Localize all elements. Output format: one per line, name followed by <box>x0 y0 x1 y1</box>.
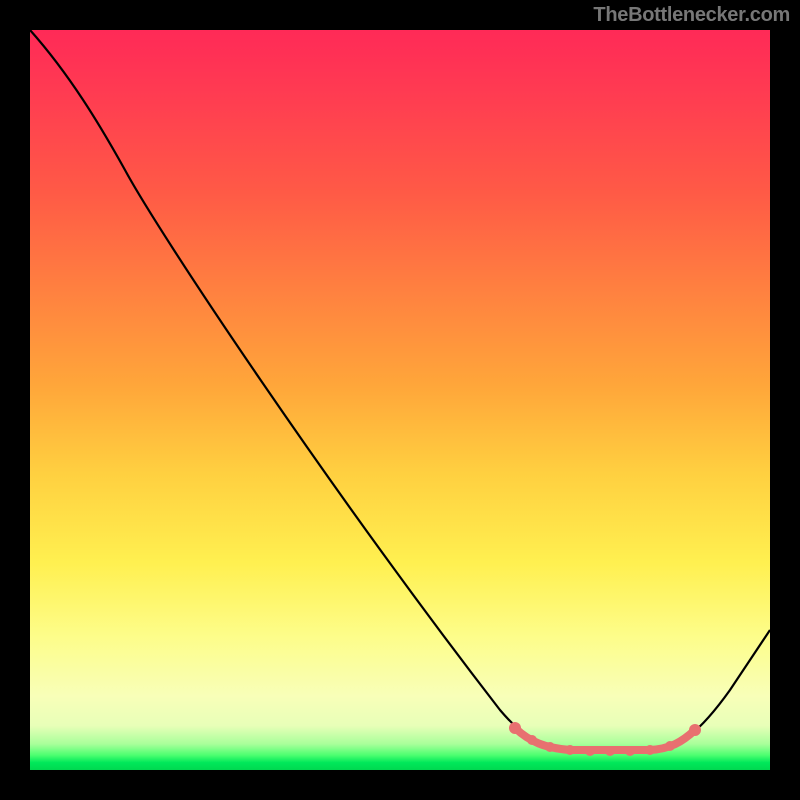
highlight-dot <box>585 746 595 756</box>
highlight-dot <box>545 742 555 752</box>
highlight-dot <box>645 745 655 755</box>
highlight-dot <box>565 745 575 755</box>
highlight-dot <box>509 722 521 734</box>
chart-container: TheBottlenecker.com <box>0 0 800 800</box>
highlight-dot <box>605 746 615 756</box>
highlight-dot <box>665 741 675 751</box>
bottleneck-curve <box>30 30 770 770</box>
curve-line <box>30 30 770 750</box>
highlight-dot <box>527 735 537 745</box>
highlight-dot <box>689 724 701 736</box>
highlight-dot <box>625 746 635 756</box>
plot-frame <box>30 30 770 770</box>
attribution-label: TheBottlenecker.com <box>593 4 790 27</box>
